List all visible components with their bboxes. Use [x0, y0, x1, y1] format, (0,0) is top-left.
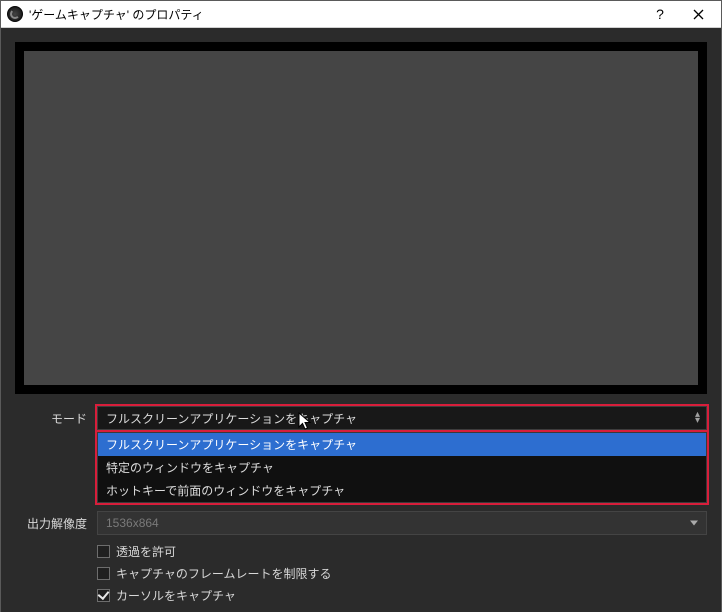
checkbox-limit-fps[interactable]: キャプチャのフレームレートを制限する: [97, 565, 707, 582]
checkbox-box: [97, 567, 110, 580]
row-resolution: 出力解像度 1536x864: [15, 511, 707, 535]
checkbox-box: [97, 545, 110, 558]
resolution-label: 出力解像度: [15, 511, 97, 532]
resolution-value: 1536x864: [106, 516, 159, 530]
checkbox-transparency[interactable]: 透過を許可: [97, 543, 707, 560]
chevron-down-icon: [690, 521, 698, 526]
dialog-window: 'ゲームキャプチャ' のプロパティ ? モード フルスクリーンアプリケーションを…: [0, 0, 722, 612]
preview-area: [15, 42, 707, 394]
help-button[interactable]: ?: [641, 1, 679, 27]
mode-label: モード: [15, 406, 97, 427]
close-button[interactable]: [679, 1, 717, 27]
checkbox-label: 透過を許可: [116, 543, 176, 560]
checkbox-cursor[interactable]: カーソルをキャプチャ: [97, 587, 707, 604]
window-title: 'ゲームキャプチャ' のプロパティ: [29, 6, 641, 23]
close-icon: [693, 9, 704, 20]
mode-option-0[interactable]: フルスクリーンアプリケーションをキャプチャ: [98, 433, 706, 456]
mode-option-1[interactable]: 特定のウィンドウをキャプチャ: [98, 456, 706, 479]
chevrons-icon: ▴▾: [695, 412, 700, 424]
checkbox-box: [97, 589, 110, 602]
checkbox-label: キャプチャのフレームレートを制限する: [116, 565, 332, 582]
checkbox-label: カーソルをキャプチャ: [116, 587, 236, 604]
app-icon: [7, 6, 23, 22]
mode-dropdown-value: フルスクリーンアプリケーションをキャプチャ: [106, 410, 357, 427]
checkbox-group: 透過を許可 キャプチャのフレームレートを制限する カーソルをキャプチャ: [97, 543, 707, 604]
resolution-field: 1536x864: [97, 511, 707, 535]
dialog-body: モード フルスクリーンアプリケーションをキャプチャ ▴▾ フルスクリーンアプリケ…: [1, 28, 721, 612]
mode-option-2[interactable]: ホットキーで前面のウィンドウをキャプチャ: [98, 479, 706, 502]
mode-field: フルスクリーンアプリケーションをキャプチャ ▴▾ フルスクリーンアプリケーション…: [97, 406, 707, 503]
mode-dropdown[interactable]: フルスクリーンアプリケーションをキャプチャ ▴▾: [97, 406, 707, 430]
title-bar: 'ゲームキャプチャ' のプロパティ ?: [1, 1, 721, 28]
mode-dropdown-list: フルスクリーンアプリケーションをキャプチャ 特定のウィンドウをキャプチャ ホット…: [97, 432, 707, 503]
row-mode: モード フルスクリーンアプリケーションをキャプチャ ▴▾ フルスクリーンアプリケ…: [15, 406, 707, 503]
preview-canvas: [24, 51, 698, 385]
resolution-dropdown[interactable]: 1536x864: [97, 511, 707, 535]
properties-form: モード フルスクリーンアプリケーションをキャプチャ ▴▾ フルスクリーンアプリケ…: [15, 406, 707, 609]
